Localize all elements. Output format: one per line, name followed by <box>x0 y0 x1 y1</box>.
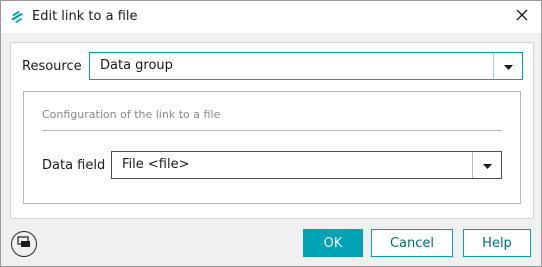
edit-link-dialog: Edit link to a file Resource Data group … <box>0 0 542 267</box>
close-button[interactable] <box>509 5 535 29</box>
dialog-title: Edit link to a file <box>32 9 138 24</box>
ok-button[interactable]: OK <box>303 229 363 257</box>
group-divider <box>42 130 502 131</box>
data-field-select-value: File <file> <box>122 157 190 172</box>
data-field-label: Data field <box>42 158 106 173</box>
file-link-config-group: Configuration of the link to a file Data… <box>23 91 521 204</box>
window-mode-button[interactable] <box>11 231 37 257</box>
help-button[interactable]: Help <box>463 229 531 257</box>
window-mode-icon <box>17 236 31 252</box>
cancel-button[interactable]: Cancel <box>371 229 453 257</box>
chevron-down-icon <box>482 158 492 173</box>
content-panel: Resource Data group Configuration of the… <box>10 42 534 219</box>
app-logo-icon <box>9 9 25 25</box>
resource-label: Resource <box>22 59 82 74</box>
chevron-down-icon <box>503 59 513 74</box>
data-field-dropdown-button[interactable] <box>472 152 501 178</box>
group-title: Configuration of the link to a file <box>42 108 221 121</box>
resource-select-value: Data group <box>100 58 173 73</box>
resource-dropdown-button[interactable] <box>493 53 522 79</box>
close-icon <box>516 9 528 25</box>
data-field-select[interactable]: File <file> <box>111 151 502 179</box>
title-bar: Edit link to a file <box>1 1 541 33</box>
resource-select[interactable]: Data group <box>89 52 523 80</box>
